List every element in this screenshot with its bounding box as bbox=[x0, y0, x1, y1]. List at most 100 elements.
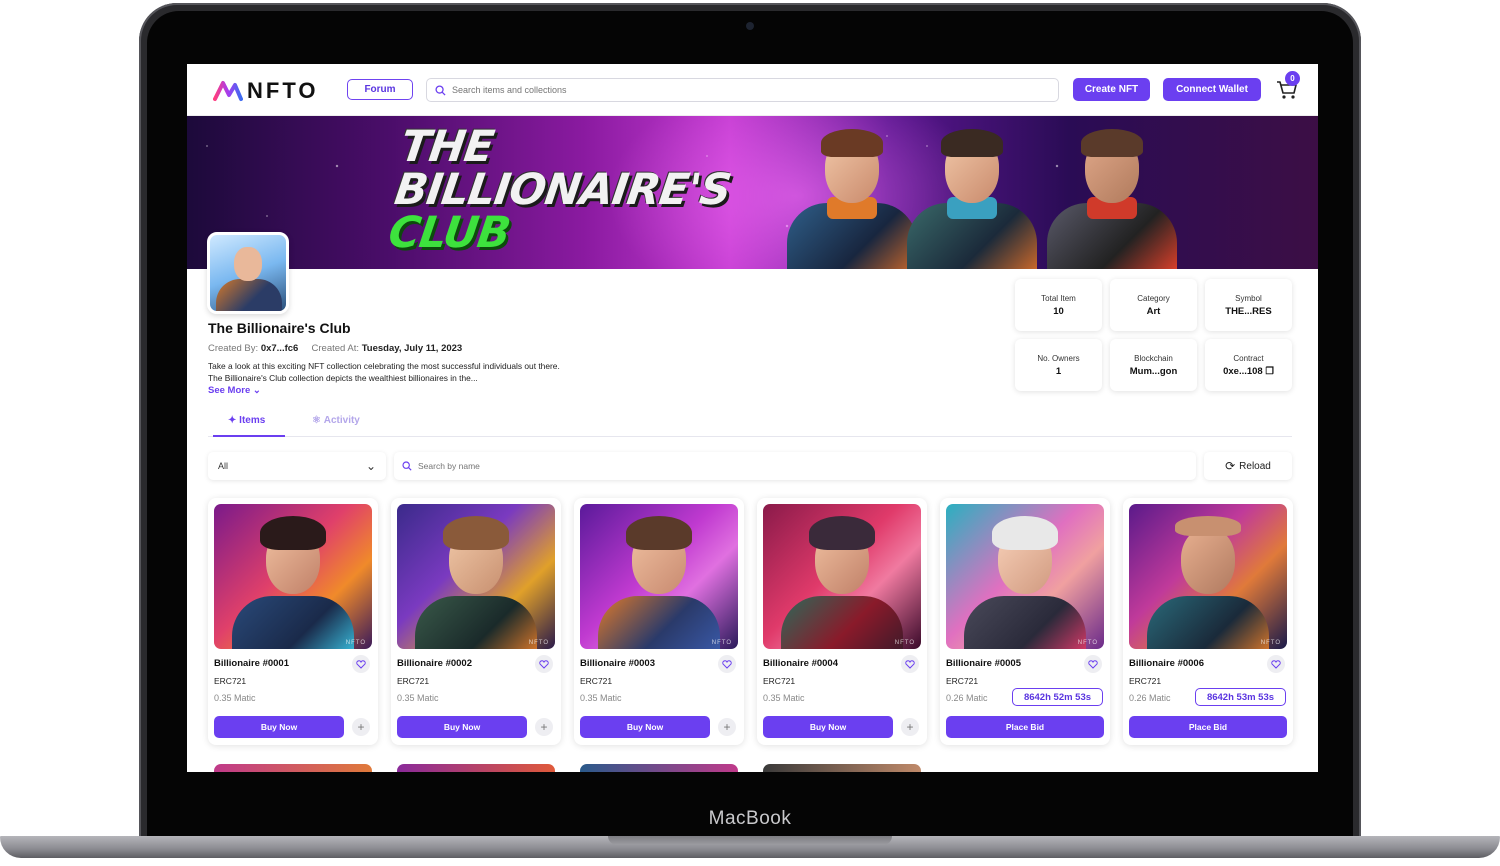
stat-value: 1 bbox=[1055, 365, 1062, 377]
add-to-cart-icon[interactable]: + bbox=[718, 718, 736, 736]
banner-title-line3: CLUB bbox=[385, 208, 513, 258]
nft-standard: ERC721 bbox=[214, 676, 247, 686]
nft-card[interactable]: NFTO Billionaire #0003 ERC721 0.35 Matic… bbox=[574, 498, 744, 745]
forum-button[interactable]: Forum bbox=[347, 79, 413, 100]
stat-label: Category bbox=[1137, 293, 1170, 303]
nft-watermark: NFTO bbox=[345, 640, 366, 646]
global-search[interactable] bbox=[426, 78, 1059, 102]
heart-icon[interactable] bbox=[1084, 655, 1102, 673]
nft-card[interactable]: NFTO Billionaire #0004 ERC721 0.35 Matic… bbox=[757, 498, 927, 745]
banner-portrait-1 bbox=[787, 119, 917, 269]
nft-title[interactable]: Billionaire #0002 bbox=[397, 658, 472, 669]
nft-watermark: NFTO bbox=[1077, 640, 1098, 646]
place-bid-button[interactable]: Place Bid bbox=[946, 716, 1104, 738]
created-by-label: Created By: bbox=[208, 343, 259, 354]
collection-banner: THE BILLIONAIRE'S CLUB bbox=[187, 116, 1318, 269]
collection-name: The Billionaire's Club bbox=[208, 320, 351, 336]
nft-image[interactable]: NFTO bbox=[580, 504, 738, 649]
tab-activity-label: Activity bbox=[323, 415, 360, 426]
nft-image[interactable]: NFTO bbox=[763, 504, 921, 649]
buy-now-button[interactable]: Buy Now bbox=[397, 716, 527, 738]
nfto-logo[interactable]: NFTO bbox=[213, 78, 318, 104]
nft-card-partial[interactable] bbox=[580, 764, 738, 772]
nft-card[interactable]: NFTO Billionaire #0006 ERC721 0.26 Matic… bbox=[1123, 498, 1293, 745]
banner-title: THE BILLIONAIRE'S CLUB bbox=[385, 122, 739, 258]
heart-icon[interactable] bbox=[718, 655, 736, 673]
global-search-input[interactable] bbox=[452, 85, 1032, 95]
banner-title-line1: THE bbox=[397, 122, 497, 172]
nft-image[interactable]: NFTO bbox=[1129, 504, 1287, 649]
laptop-notch bbox=[608, 836, 892, 845]
add-to-cart-icon[interactable]: + bbox=[901, 718, 919, 736]
heart-icon[interactable] bbox=[1267, 655, 1285, 673]
banner-title-line2: BILLIONAIRE'S bbox=[391, 165, 734, 215]
nft-price: 0.35 Matic bbox=[580, 693, 622, 703]
stat-symbol: Symbol THE...RES bbox=[1205, 279, 1292, 331]
cart-count-badge: 0 bbox=[1285, 71, 1300, 86]
collection-avatar bbox=[207, 232, 289, 314]
nft-title[interactable]: Billionaire #0001 bbox=[214, 658, 289, 669]
item-search[interactable] bbox=[394, 452, 1196, 480]
nft-image[interactable]: NFTO bbox=[946, 504, 1104, 649]
buy-now-button[interactable]: Buy Now bbox=[763, 716, 893, 738]
stat-value: THE...RES bbox=[1225, 305, 1272, 317]
search-icon bbox=[402, 461, 412, 471]
nft-watermark: NFTO bbox=[711, 640, 732, 646]
collection-stats: Total Item 10 Category Art Symbol THE...RES… bbox=[1015, 279, 1292, 395]
heart-icon[interactable] bbox=[901, 655, 919, 673]
activity-icon: ⚛ bbox=[312, 415, 324, 426]
filter-select-value: All bbox=[218, 461, 229, 471]
nft-title[interactable]: Billionaire #0005 bbox=[946, 658, 1021, 669]
auction-timer: 8642h 53m 53s bbox=[1195, 688, 1286, 706]
banner-portrait-2 bbox=[907, 119, 1047, 269]
add-to-cart-icon[interactable]: + bbox=[535, 718, 553, 736]
stat-label: Contract bbox=[1233, 353, 1264, 363]
filter-select[interactable]: All ⌄ bbox=[208, 452, 386, 480]
tab-items-label: Items bbox=[239, 415, 266, 426]
collection-tabs: ✦ Items ⚛ Activity bbox=[208, 411, 1292, 437]
stat-value-row: 0xe...108 ❐ bbox=[1223, 366, 1274, 377]
tab-activity[interactable]: ⚛ Activity bbox=[312, 415, 360, 426]
create-nft-button[interactable]: Create NFT bbox=[1073, 78, 1150, 101]
see-more-label: See More bbox=[208, 385, 251, 396]
reload-label: Reload bbox=[1239, 460, 1271, 472]
nft-card-partial[interactable] bbox=[214, 764, 372, 772]
stat-contract[interactable]: Contract 0xe...108 ❐ bbox=[1205, 339, 1292, 391]
nft-title[interactable]: Billionaire #0004 bbox=[763, 658, 838, 669]
nft-price: 0.35 Matic bbox=[214, 693, 256, 703]
copy-icon[interactable]: ❐ bbox=[1265, 366, 1274, 377]
connect-wallet-button[interactable]: Connect Wallet bbox=[1163, 78, 1261, 101]
nft-watermark: NFTO bbox=[894, 640, 915, 646]
stat-label: No. Owners bbox=[1037, 353, 1080, 363]
banner-portrait-3 bbox=[1047, 119, 1197, 269]
browser-screen: NFTO Forum Create NFT Connect Wallet 0 T… bbox=[187, 64, 1318, 772]
heart-icon[interactable] bbox=[535, 655, 553, 673]
buy-now-button[interactable]: Buy Now bbox=[214, 716, 344, 738]
chevron-down-icon: ⌄ bbox=[252, 385, 261, 396]
nft-title[interactable]: Billionaire #0006 bbox=[1129, 658, 1204, 669]
nft-price: 0.26 Matic bbox=[946, 693, 988, 703]
wand-icon: ✦ bbox=[228, 415, 240, 426]
created-by-value[interactable]: 0x7...fc6 bbox=[261, 343, 299, 354]
nft-card[interactable]: NFTO Billionaire #0001 ERC721 0.35 Matic… bbox=[208, 498, 378, 745]
see-more-link[interactable]: See More ⌄ bbox=[208, 385, 261, 396]
place-bid-button[interactable]: Place Bid bbox=[1129, 716, 1287, 738]
nft-card[interactable]: NFTO Billionaire #0002 ERC721 0.35 Matic… bbox=[391, 498, 561, 745]
chevron-down-icon: ⌄ bbox=[365, 459, 376, 473]
nft-card-partial[interactable] bbox=[763, 764, 921, 772]
add-to-cart-icon[interactable]: + bbox=[352, 718, 370, 736]
nft-image[interactable]: NFTO bbox=[397, 504, 555, 649]
nft-card[interactable]: NFTO Billionaire #0005 ERC721 0.26 Matic… bbox=[940, 498, 1110, 745]
nft-price: 0.35 Matic bbox=[397, 693, 439, 703]
nft-image[interactable]: NFTO bbox=[214, 504, 372, 649]
tab-items[interactable]: ✦ Items bbox=[228, 415, 265, 426]
item-search-input[interactable] bbox=[418, 461, 1158, 471]
nft-watermark: NFTO bbox=[1260, 640, 1281, 646]
nft-title[interactable]: Billionaire #0003 bbox=[580, 658, 655, 669]
heart-icon[interactable] bbox=[352, 655, 370, 673]
stat-value: Art bbox=[1146, 305, 1161, 317]
reload-button[interactable]: ⟳ Reload bbox=[1204, 452, 1292, 480]
nft-card-partial[interactable] bbox=[397, 764, 555, 772]
buy-now-button[interactable]: Buy Now bbox=[580, 716, 710, 738]
stat-value: Mum...gon bbox=[1129, 365, 1178, 377]
